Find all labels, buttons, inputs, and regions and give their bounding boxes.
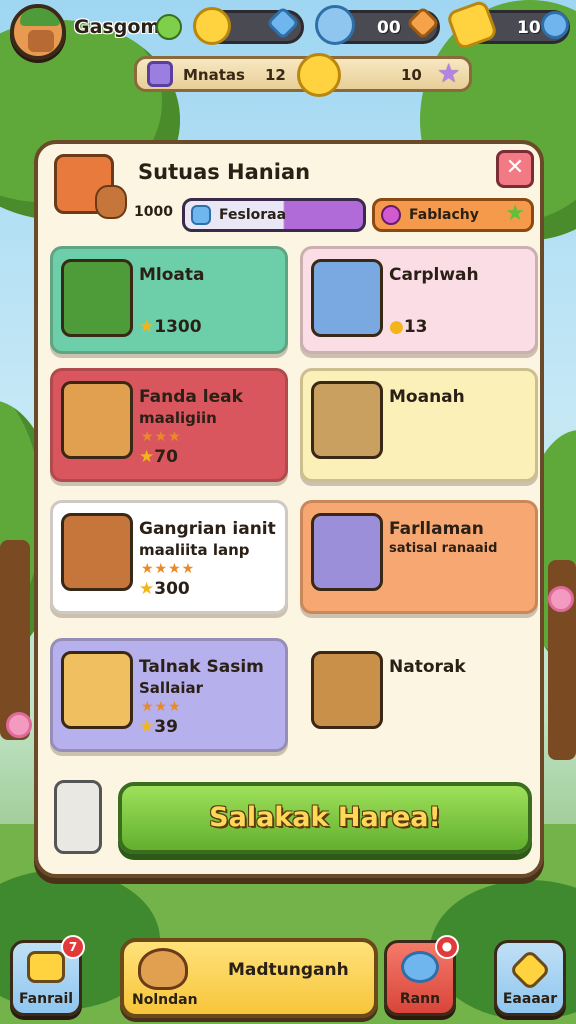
quest-card[interactable]: Carplwah ●13 <box>300 246 538 354</box>
player-avatar[interactable] <box>10 4 66 60</box>
event-value-right: 10 <box>401 66 422 84</box>
event-progress-bar[interactable]: Mnatas 12 10 ★ <box>134 53 472 97</box>
orange-gem-icon <box>406 6 440 40</box>
gold-bar-icon <box>445 0 499 51</box>
blue-gem-icon <box>266 6 300 40</box>
nav-label: Eaaaar <box>502 991 558 1007</box>
notification-badge: ● <box>435 935 459 959</box>
nav-button-fanrail[interactable]: 7 Fanrail <box>10 935 85 1016</box>
star-rating: ★★★★ <box>141 561 196 577</box>
close-button[interactable]: ✕ <box>496 150 534 188</box>
wooden-crate-icon <box>311 381 383 459</box>
card-reward: ★39 <box>139 717 178 737</box>
star-rating: ★★★ <box>141 699 182 715</box>
side-hint-button[interactable] <box>54 780 102 854</box>
gem-currency-pill[interactable]: 00 <box>315 5 440 45</box>
card-title: Gangrian ianit <box>139 519 276 539</box>
player-name: Gasgom <box>74 16 161 38</box>
panel-title: Sutuas Hanian <box>138 160 311 184</box>
quest-card[interactable]: Fanda leak maaligiin ★★★ ★70 <box>50 368 288 482</box>
nav-button-main[interactable]: Madtunganh Nolndan <box>120 938 378 1018</box>
quest-card[interactable]: Natorak <box>300 638 538 752</box>
level-badge <box>156 14 182 40</box>
nav-label: Nolndan <box>132 992 198 1008</box>
filter-tag-1[interactable]: Fesloraa <box>182 198 366 232</box>
card-title: Natorak <box>389 657 466 677</box>
card-title: Moanah <box>389 387 465 407</box>
quest-card[interactable]: Talnak Sasim Sallaiar ★★★ ★39 <box>50 638 288 752</box>
nav-label: Rann <box>399 991 441 1007</box>
treasure-chest-icon <box>311 651 383 729</box>
card-title: Talnak Sasim <box>139 657 264 677</box>
avatar-face <box>28 30 54 52</box>
gold-gem-icon <box>508 948 552 992</box>
green-robot-icon <box>61 259 133 337</box>
panel-score: 1000 <box>134 204 173 220</box>
character-mascot-icon <box>54 154 127 219</box>
nav-button-rann[interactable]: ● Rann <box>384 935 459 1016</box>
card-title: Farllaman <box>389 519 484 539</box>
pink-orb-icon <box>381 205 401 225</box>
purple-bag-icon <box>147 61 173 87</box>
purple-star-icon: ★ <box>437 59 461 89</box>
card-reward: ★300 <box>139 579 190 599</box>
event-label: Mnatas <box>183 66 245 84</box>
gem-value: 00 <box>377 18 401 38</box>
gold-crown-icon <box>27 951 65 983</box>
daily-quests-panel: Sutuas Hanian 1000 ✕ Fesloraa Fablachy ★… <box>34 140 544 878</box>
star-rating: ★★★ <box>141 429 182 445</box>
add-currency-icon <box>541 11 569 39</box>
purple-robot-icon <box>311 513 383 591</box>
gem-icon <box>191 205 211 225</box>
card-reward: ★70 <box>139 447 178 467</box>
gold-coin-icon <box>297 53 341 97</box>
character-head-icon <box>138 948 188 990</box>
gold-bar-currency-pill[interactable]: 10 <box>445 0 570 51</box>
top-hud: Gasgom 00 10 Mnatas 12 10 ★ <box>0 0 576 100</box>
quest-card[interactable]: Moanah <box>300 368 538 482</box>
event-value-left: 12 <box>265 66 286 84</box>
reward-value: 13 <box>403 317 428 337</box>
gold-coin-icon <box>193 7 231 45</box>
tag-label: Fesloraa <box>219 207 287 223</box>
notification-badge: 7 <box>61 935 85 959</box>
tree-trunk <box>0 540 30 740</box>
reward-value: 1300 <box>154 317 202 337</box>
filter-tag-2[interactable]: Fablachy ★ <box>372 198 534 232</box>
card-title: Mloata <box>139 265 205 285</box>
card-title: Carplwah <box>389 265 479 285</box>
reward-value: 70 <box>154 447 178 467</box>
blue-orb-icon <box>401 951 439 983</box>
tag-label: Fablachy <box>409 207 479 223</box>
card-subtitle: satisal ranaaid <box>389 541 498 556</box>
main-nav-label: Madtunganh <box>228 960 349 980</box>
quest-card[interactable]: Mloata ★1300 <box>50 246 288 354</box>
flower <box>6 712 32 738</box>
gold-currency-pill[interactable] <box>193 6 304 45</box>
nav-button-eaaaar[interactable]: Eaaaar <box>494 940 566 1016</box>
reward-value: 39 <box>154 717 178 737</box>
card-subtitle: maaligiin <box>139 409 217 427</box>
gold-boxes-icon <box>61 651 133 729</box>
quest-card[interactable]: Farllaman satisal ranaaid <box>300 500 538 614</box>
gold-bar-value: 10 <box>517 18 541 38</box>
green-star-icon: ★ <box>505 201 525 226</box>
card-subtitle: maaliita lanp <box>139 541 250 559</box>
card-reward: ●13 <box>389 317 428 337</box>
character-with-sign-icon <box>61 513 133 591</box>
quest-card[interactable]: Gangrian ianit maaliita lanp ★★★★ ★300 <box>50 500 288 614</box>
nav-label: Fanrail <box>18 991 74 1007</box>
blue-creature-icon <box>315 5 355 45</box>
card-subtitle: Sallaiar <box>139 679 203 697</box>
computer-desk-icon <box>311 259 383 337</box>
flower <box>548 586 574 612</box>
card-title: Fanda leak <box>139 387 243 407</box>
card-reward: ★1300 <box>139 317 202 337</box>
robot-with-plant-icon <box>61 381 133 459</box>
claim-button[interactable]: Salakak Harea! <box>118 782 532 854</box>
reward-value: 300 <box>154 579 190 599</box>
